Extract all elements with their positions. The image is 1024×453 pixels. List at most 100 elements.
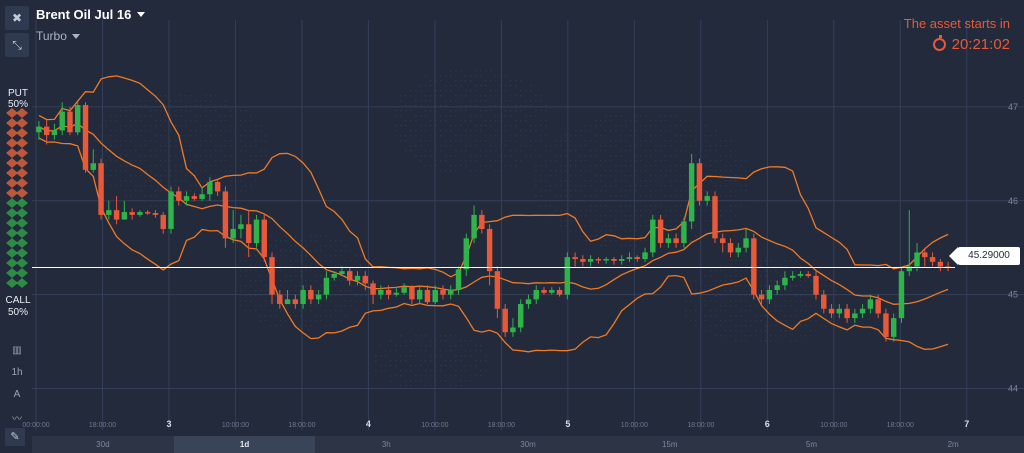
- candle-body: [183, 196, 190, 201]
- timeframe-30m[interactable]: 30m: [457, 436, 599, 453]
- timeframe-15m[interactable]: 15m: [599, 436, 741, 453]
- candle-body: [331, 274, 337, 278]
- candle-body: [354, 275, 361, 281]
- chart-type-button[interactable]: ▥: [5, 345, 29, 356]
- candle-body: [253, 219, 260, 244]
- candle-body: [339, 271, 345, 275]
- candle-body: [269, 257, 275, 295]
- indicator-mark: [16, 178, 28, 188]
- candle-body: [890, 318, 897, 337]
- candle-body: [517, 304, 524, 328]
- x-axis: 00:00:00 18:00:00 3 10:00:00 18:00:00 4 10:00:…: [22, 419, 969, 429]
- candle-body: [51, 130, 58, 136]
- candle-body: [929, 257, 936, 262]
- candle-body: [416, 289, 423, 300]
- x-tick-label: 18:00:00: [887, 422, 914, 429]
- candle-body: [486, 228, 493, 272]
- candle-body: [292, 299, 299, 305]
- candle-body: [720, 238, 726, 244]
- y-tick-label: 44: [1008, 384, 1018, 394]
- chevron-down-icon: [137, 12, 146, 17]
- candle-body: [556, 289, 563, 295]
- candle-body: [432, 289, 438, 303]
- candle-body: [789, 275, 796, 278]
- candle-body: [59, 111, 65, 131]
- candle-body: [922, 252, 928, 258]
- candle-body: [797, 274, 804, 276]
- candle-body: [284, 299, 291, 305]
- indicator-mark: [16, 188, 28, 198]
- candle-body: [106, 210, 112, 215]
- indicators-button[interactable]: A: [5, 389, 29, 400]
- candle-body: [937, 261, 944, 267]
- candle-body: [751, 238, 757, 295]
- timeframe-5m[interactable]: 5m: [741, 436, 883, 453]
- indicator-mark: [16, 118, 28, 128]
- drawing-tools-button[interactable]: 〰: [5, 410, 29, 425]
- indicator-mark: [16, 198, 28, 208]
- indicator-mark: [16, 168, 28, 178]
- candle-body: [696, 163, 703, 201]
- timeframe-1d[interactable]: 1d: [173, 436, 316, 453]
- indicator-mark: [16, 128, 28, 138]
- candle-body: [222, 191, 229, 239]
- candle-body: [549, 289, 555, 293]
- candle-body: [168, 191, 174, 229]
- candle-body: [238, 224, 244, 229]
- interval-button[interactable]: 1h: [5, 367, 29, 378]
- candle-body: [129, 212, 135, 215]
- indicator-mark: [16, 268, 28, 278]
- band-upper: [38, 75, 949, 278]
- candle-body: [448, 289, 454, 295]
- timeframe-3h[interactable]: 3h: [315, 436, 457, 453]
- candle-body: [393, 292, 400, 295]
- indicator-mark: [16, 138, 28, 148]
- timeframe-30d[interactable]: 30d: [32, 436, 174, 453]
- candle-body: [191, 196, 198, 199]
- asset-name: Brent Oil Jul 16: [36, 7, 132, 22]
- fullscreen-button[interactable]: ⤡: [5, 33, 29, 57]
- asset-selector[interactable]: Brent Oil Jul 16: [36, 7, 146, 22]
- candle-body: [572, 257, 578, 259]
- candle-body: [207, 182, 213, 195]
- candle-body: [455, 269, 462, 290]
- indicator-mark: [16, 278, 28, 288]
- mode-selector[interactable]: Turbo: [36, 29, 80, 43]
- y-tick-label: 45: [1008, 290, 1018, 300]
- asset-start-label: The asset starts in: [903, 16, 1010, 31]
- candle-body: [315, 294, 322, 300]
- candle-body: [875, 299, 881, 314]
- edit-button[interactable]: ✎: [5, 428, 25, 446]
- candle-body: [766, 289, 773, 300]
- put-percent: 50%: [7, 99, 28, 110]
- mode-label: Turbo: [36, 29, 67, 43]
- timeframe-2m[interactable]: 2m: [882, 436, 1024, 453]
- candle-body: [852, 313, 858, 319]
- indicator-mark: [16, 208, 28, 218]
- indicator-mark: [16, 248, 28, 258]
- close-button[interactable]: ✖: [5, 6, 29, 30]
- candle-body: [510, 327, 516, 333]
- y-tick-label: 47: [1008, 102, 1018, 112]
- x-tick-label: 10:00:00: [421, 422, 448, 429]
- candle-body: [463, 238, 470, 270]
- candle-body: [113, 210, 120, 220]
- candle-body: [160, 214, 166, 229]
- candle-body: [836, 308, 843, 314]
- candle-body: [595, 258, 602, 261]
- candle-body: [704, 196, 710, 201]
- x-tick-label: 5: [565, 419, 570, 429]
- pencil-icon: ✎: [10, 431, 20, 443]
- candle-body: [199, 194, 205, 199]
- candle-body: [90, 163, 97, 170]
- candle-body: [152, 213, 159, 215]
- collapse-icon: ⤡: [12, 37, 22, 52]
- band-middle: [38, 122, 949, 305]
- candle-body: [782, 277, 788, 286]
- world-map-background: [95, 70, 837, 387]
- candle-body: [805, 274, 811, 276]
- x-tick-label: 18:00:00: [488, 422, 515, 429]
- candle-body: [681, 221, 687, 244]
- price-chart[interactable]: 47464544 00:00:00 18:00:00 3 10:00:00 18:00:…: [0, 0, 1024, 436]
- candle-body: [525, 299, 532, 305]
